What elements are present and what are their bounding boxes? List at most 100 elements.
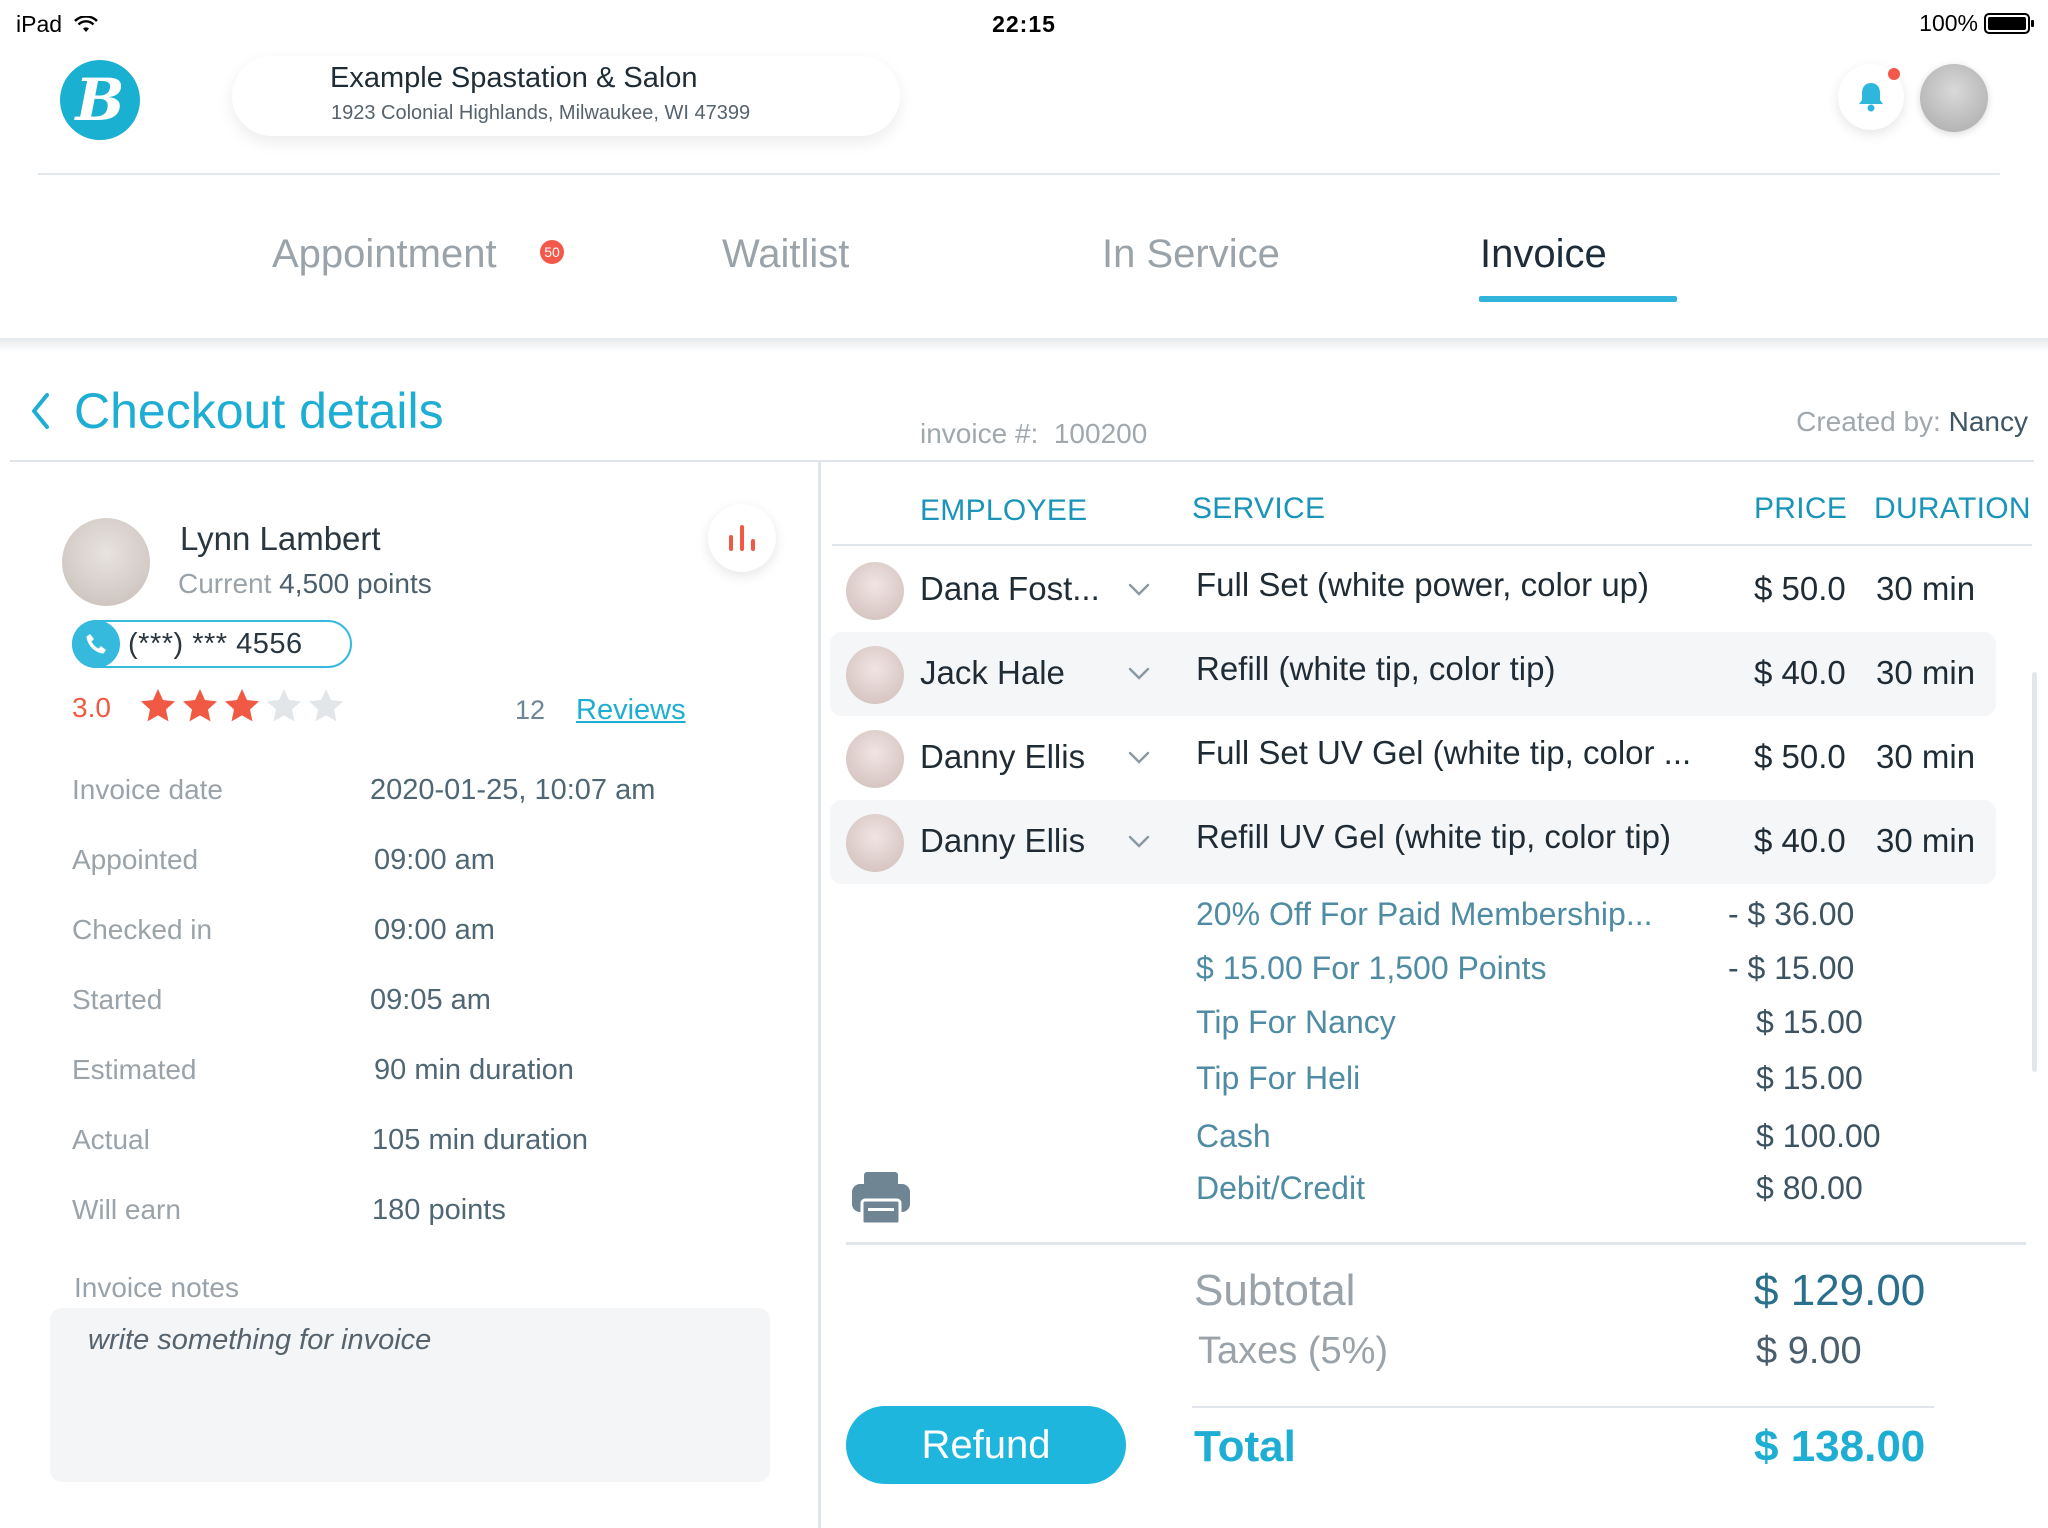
detail-value: 180 points — [372, 1194, 506, 1226]
detail-label: Actual — [72, 1124, 150, 1155]
detail-value: 90 min duration — [374, 1054, 574, 1086]
user-avatar[interactable] — [1920, 64, 1988, 132]
chevron-down-icon[interactable] — [1126, 660, 1152, 686]
tab-invoice[interactable]: Invoice — [1480, 232, 1607, 277]
employee-avatar — [846, 814, 904, 872]
table-row[interactable]: Danny Ellis Refill UV Gel (white tip, col… — [830, 800, 1996, 884]
checkout-header: Checkout details — [30, 382, 444, 440]
employee-avatar — [846, 730, 904, 788]
total-label: Total — [1194, 1422, 1296, 1471]
employee-avatar — [846, 646, 904, 704]
adjustment-label: 20% Off For Paid Membership... — [1196, 896, 1653, 932]
tab-appointment[interactable]: Appointment — [272, 232, 497, 277]
adjustment-label: Cash — [1196, 1118, 1271, 1154]
service-name: Full Set (white power, color up) — [1196, 566, 1650, 603]
detail-value: 2020-01-25, 10:07 am — [370, 774, 656, 806]
created-by-name: Nancy — [1948, 406, 2028, 437]
table-header-divider — [832, 544, 2032, 546]
shop-name: Example Spastation & Salon — [330, 62, 698, 94]
table-row[interactable]: Jack Hale Refill (white tip, color tip) $ … — [830, 632, 1996, 716]
detail-label: Checked in — [72, 914, 213, 945]
points-value: 4,500 points — [279, 568, 432, 599]
rating-value: 3.0 — [72, 692, 111, 723]
employee-name: Jack Hale — [920, 654, 1065, 691]
reviews-link[interactable]: Reviews — [576, 694, 686, 727]
detail-label: Appointed — [72, 844, 199, 875]
back-chevron-icon[interactable] — [30, 392, 50, 430]
appointment-badge: 50 — [540, 240, 564, 264]
taxes-label: Taxes (5%) — [1198, 1330, 1389, 1372]
logo-letter: B — [75, 66, 125, 134]
notification-dot — [1888, 68, 1900, 80]
star-icon — [267, 689, 301, 722]
employee-avatar — [846, 562, 904, 620]
app-logo[interactable]: B — [60, 60, 140, 140]
col-duration: DURATION — [1874, 492, 2031, 525]
total-value: $ 138.00 — [1754, 1422, 1926, 1471]
service-price: $ 50.0 — [1754, 570, 1846, 607]
adjustment-label: Tip For Nancy — [1196, 1004, 1396, 1040]
service-duration: 30 min — [1876, 570, 1976, 607]
tabs-shadow — [0, 338, 2048, 352]
total-divider — [1192, 1406, 1934, 1408]
section-divider — [10, 460, 2034, 462]
points-prefix: Current — [178, 568, 272, 599]
customer-phone[interactable]: (***) *** 4556 — [72, 620, 352, 668]
active-tab-indicator — [1479, 296, 1677, 302]
chevron-down-icon[interactable] — [1126, 744, 1152, 770]
star-icon — [309, 689, 343, 722]
service-name: Full Set UV Gel (white tip, color ... — [1196, 734, 1692, 771]
subtotal-value: $ 129.00 — [1754, 1266, 1926, 1315]
adjustment-label: Tip For Heli — [1196, 1060, 1361, 1096]
chevron-down-icon[interactable] — [1126, 576, 1152, 602]
detail-value: 09:05 am — [370, 984, 491, 1016]
star-icon — [183, 689, 217, 722]
summary-divider — [846, 1242, 2026, 1245]
notes-box[interactable] — [50, 1308, 770, 1482]
star-icon — [141, 689, 175, 722]
table-row[interactable]: Danny Ellis Full Set UV Gel (white tip, c… — [830, 716, 1996, 800]
invoice-label: invoice #: — [920, 418, 1039, 449]
print-button[interactable] — [850, 1170, 912, 1231]
subtotal-label: Subtotal — [1194, 1266, 1356, 1315]
detail-label: Will earn — [72, 1194, 181, 1225]
bell-icon — [1859, 83, 1883, 112]
phone-icon — [72, 620, 120, 668]
service-duration: 30 min — [1876, 654, 1976, 691]
detail-value: 09:00 am — [374, 914, 495, 946]
service-name: Refill (white tip, color tip) — [1196, 650, 1556, 687]
star-icon — [225, 689, 259, 722]
chevron-down-icon[interactable] — [1126, 828, 1152, 854]
adjustment-value: $ 15.00 — [1756, 1060, 1863, 1096]
adjustment-value: $ 100.00 — [1756, 1118, 1881, 1154]
detail-label: Started — [72, 984, 163, 1015]
tab-in-service[interactable]: In Service — [1102, 232, 1280, 277]
table-row[interactable]: Dana Fost... Full Set (white power, color… — [830, 548, 1996, 632]
invoice-notes-input[interactable] — [50, 1308, 770, 1482]
service-price: $ 40.0 — [1754, 654, 1846, 691]
col-employee: EMPLOYEE — [920, 494, 1088, 527]
created-by: Created by: Nancy — [1796, 406, 2028, 438]
customer-name: Lynn Lambert — [180, 520, 381, 557]
status-right: 100% — [1919, 10, 2034, 37]
adjustment-value: $ 80.00 — [1756, 1170, 1863, 1206]
scrollbar[interactable] — [2032, 672, 2037, 1072]
detail-label: Estimated — [72, 1054, 197, 1085]
refund-button[interactable]: Refund — [846, 1406, 1126, 1484]
tab-waitlist[interactable]: Waitlist — [722, 232, 849, 277]
taxes-value: $ 9.00 — [1756, 1330, 1862, 1372]
notes-label: Invoice notes — [74, 1272, 239, 1303]
detail-value: 105 min duration — [372, 1124, 589, 1156]
adjustment-label: Debit/Credit — [1196, 1170, 1365, 1206]
col-price: PRICE — [1754, 492, 1848, 525]
employee-name: Danny Ellis — [920, 738, 1086, 775]
battery-percent: 100% — [1919, 10, 1978, 36]
employee-name: Dana Fost... — [920, 570, 1100, 607]
bar-chart-icon — [729, 525, 755, 551]
review-count: 12 — [515, 695, 546, 725]
adjustment-value: - $ 15.00 — [1728, 950, 1855, 986]
adjustment-value: $ 15.00 — [1756, 1004, 1863, 1040]
customer-stats-button[interactable] — [708, 504, 776, 572]
invoice-value: 100200 — [1053, 418, 1148, 449]
employee-name: Danny Ellis — [920, 822, 1086, 859]
